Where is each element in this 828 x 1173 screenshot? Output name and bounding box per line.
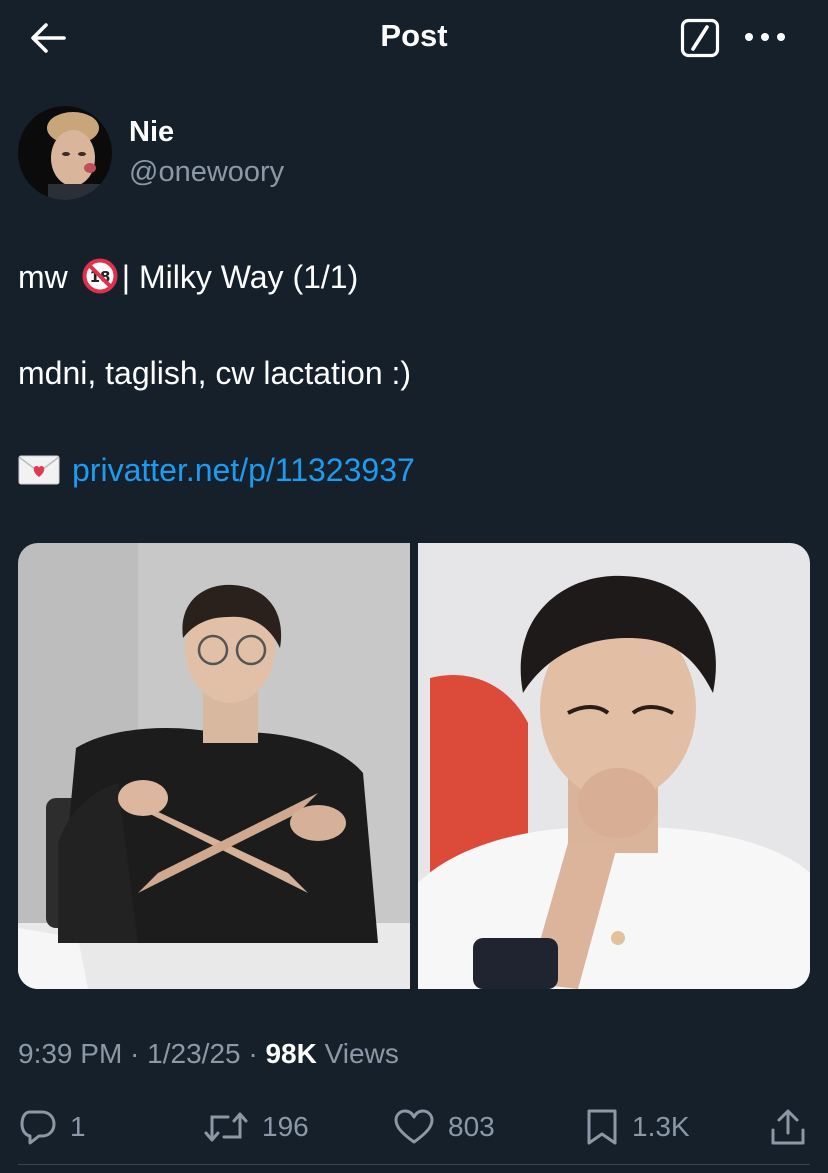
more-button[interactable] <box>744 22 786 52</box>
heart-icon <box>394 1109 434 1144</box>
media-grid <box>18 543 810 989</box>
post-meta: 9:39 PM · 1/23/25 · 98K Views <box>18 1038 399 1070</box>
bookmark-count: 1.3K <box>632 1111 690 1142</box>
meta-separator: · <box>240 1038 266 1069</box>
meta-separator: · <box>122 1038 148 1069</box>
post-date[interactable]: 1/23/25 <box>147 1038 240 1069</box>
love-letter-icon <box>18 455 60 485</box>
like-button[interactable]: 803 <box>394 1104 495 1150</box>
post-image-1[interactable] <box>18 543 410 989</box>
grok-icon <box>680 18 720 58</box>
post-text-line: mw 18 | Milky Way (1/1) <box>18 258 358 296</box>
share-button[interactable] <box>770 1104 820 1150</box>
divider <box>18 1164 810 1165</box>
no-under-18-icon: 18 <box>82 258 118 294</box>
post-time[interactable]: 9:39 PM <box>18 1038 122 1069</box>
repost-button[interactable]: 196 <box>204 1104 309 1150</box>
post-link-line: privatter.net/p/11323937 <box>18 452 415 489</box>
views-label: Views <box>316 1038 399 1069</box>
author-handle[interactable]: @onewoory <box>129 156 284 189</box>
repost-icon <box>204 1112 248 1142</box>
bookmark-button[interactable]: 1.3K <box>586 1104 690 1150</box>
post-image-2[interactable] <box>418 543 810 989</box>
post-warning-text: mdni, taglish, cw lactation :) <box>18 355 412 391</box>
grok-button[interactable] <box>680 18 720 58</box>
author-name[interactable]: Nie <box>129 116 174 149</box>
views-count: 98K <box>265 1038 317 1069</box>
repost-count: 196 <box>262 1111 309 1142</box>
reply-icon <box>20 1110 56 1145</box>
share-icon <box>771 1109 805 1145</box>
avatar-image <box>18 106 112 200</box>
like-count: 803 <box>448 1111 495 1142</box>
reply-button[interactable]: 1 <box>20 1104 86 1150</box>
more-horizontal-icon <box>745 33 785 41</box>
post-title-prefix: mw <box>18 259 68 295</box>
post-title-suffix: | Milky Way (1/1) <box>121 259 359 295</box>
bookmark-icon <box>587 1109 617 1145</box>
reply-count: 1 <box>70 1111 86 1142</box>
avatar[interactable] <box>18 106 112 200</box>
external-link[interactable]: privatter.net/p/11323937 <box>72 452 415 488</box>
